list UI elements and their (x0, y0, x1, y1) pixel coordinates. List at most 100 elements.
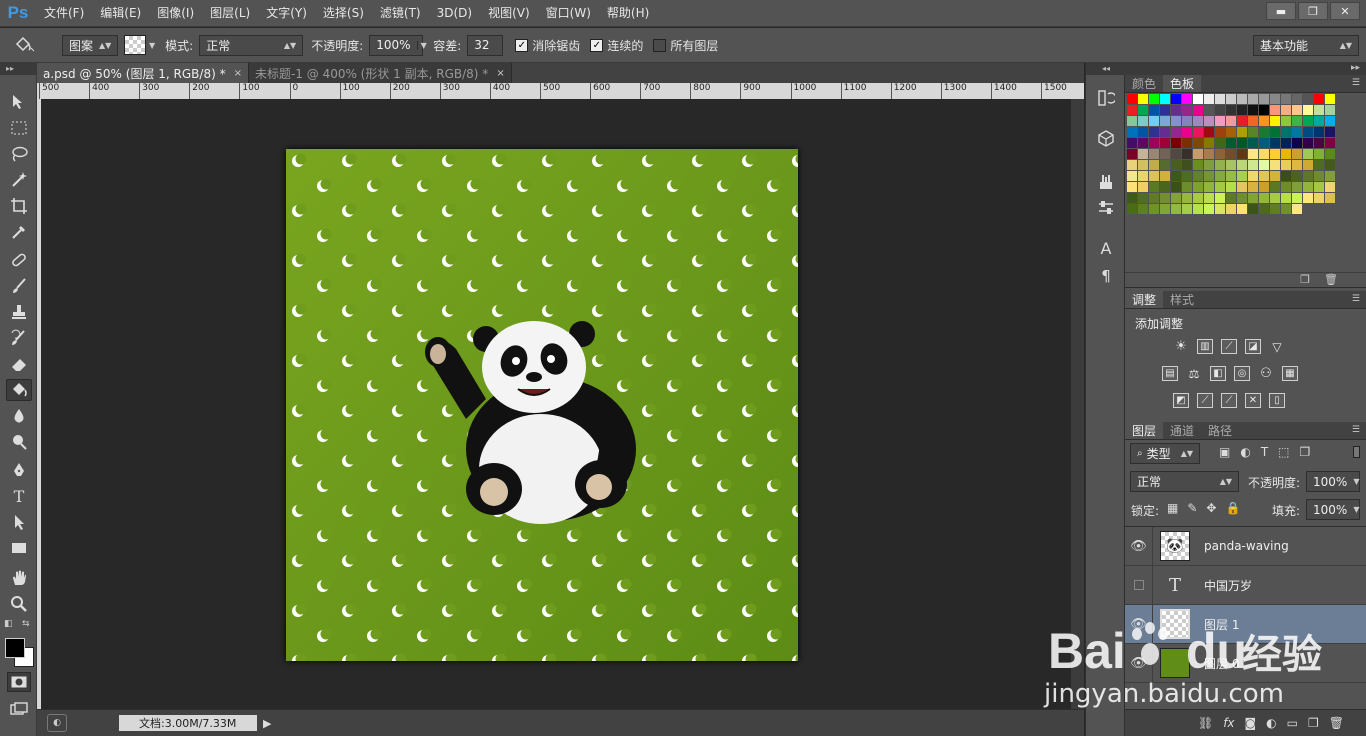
color-swatch[interactable] (1193, 182, 1203, 192)
color-swatch[interactable] (1237, 116, 1247, 126)
history-brush-tool[interactable] (6, 327, 32, 349)
menu-select[interactable]: 选择(S) (315, 0, 372, 27)
vertical-scrollbar[interactable] (1071, 99, 1084, 709)
color-swatch[interactable] (1149, 182, 1159, 192)
color-swatch[interactable] (1127, 193, 1137, 203)
clone-stamp-tool[interactable] (6, 301, 32, 323)
zoom-level-icon[interactable]: ◐ (47, 714, 67, 732)
color-swatch[interactable] (1270, 127, 1280, 137)
color-swatch[interactable] (1237, 160, 1247, 170)
color-swatch[interactable] (1215, 127, 1225, 137)
curves-icon[interactable]: ⟋ (1221, 339, 1237, 354)
color-swatch[interactable] (1193, 193, 1203, 203)
tab-color[interactable]: 颜色 (1125, 75, 1163, 92)
dodge-tool[interactable] (6, 431, 32, 453)
document-canvas[interactable] (286, 149, 798, 661)
color-swatch[interactable] (1138, 105, 1148, 115)
color-swatch[interactable] (1149, 138, 1159, 148)
color-swatch[interactable] (1138, 193, 1148, 203)
color-swatch[interactable] (1204, 160, 1214, 170)
color-swatch[interactable] (1314, 127, 1324, 137)
color-swatch[interactable] (1215, 149, 1225, 159)
color-swatch[interactable] (1226, 149, 1236, 159)
menu-3d[interactable]: 3D(D) (429, 0, 480, 27)
paint-bucket-tool[interactable] (6, 379, 32, 401)
color-swatch[interactable] (1303, 116, 1313, 126)
brightness-contrast-icon[interactable]: ☀ (1173, 339, 1189, 354)
color-swatch[interactable] (1226, 138, 1236, 148)
channel-mixer-icon[interactable]: ⚇ (1258, 366, 1274, 381)
color-swatch[interactable] (1182, 138, 1192, 148)
color-swatch[interactable] (1248, 94, 1258, 104)
panel-menu-icon[interactable]: ☰ (1352, 425, 1360, 435)
color-swatch[interactable] (1171, 171, 1181, 181)
status-menu-arrow[interactable]: ▶ (263, 717, 271, 730)
vibrance-icon[interactable]: ▽ (1269, 339, 1285, 354)
color-swatch[interactable] (1281, 116, 1291, 126)
color-swatch[interactable] (1237, 182, 1247, 192)
color-swatch[interactable] (1127, 105, 1137, 115)
color-swatch[interactable] (1281, 138, 1291, 148)
tab-channels[interactable]: 通道 (1163, 422, 1201, 439)
color-swatch[interactable] (1259, 182, 1269, 192)
color-swatch[interactable] (1226, 204, 1236, 214)
healing-brush-tool[interactable] (6, 249, 32, 271)
menu-help[interactable]: 帮助(H) (599, 0, 657, 27)
color-swatch[interactable] (1303, 138, 1313, 148)
pen-tool[interactable] (6, 459, 32, 481)
move-tool[interactable] (6, 91, 32, 113)
tab-a-psd[interactable]: a.psd @ 50% (图层 1, RGB/8) * × (37, 63, 249, 83)
color-swatch[interactable] (1127, 182, 1137, 192)
color-swatch[interactable] (1281, 160, 1291, 170)
color-swatch[interactable] (1248, 138, 1258, 148)
color-swatch[interactable] (1248, 182, 1258, 192)
color-swatch[interactable] (1193, 149, 1203, 159)
history-panel-icon[interactable] (1094, 87, 1118, 109)
hand-tool[interactable] (6, 567, 32, 589)
color-swatch[interactable] (1160, 193, 1170, 203)
all-layers-checkbox[interactable] (653, 38, 667, 52)
close-button[interactable]: ✕ (1330, 2, 1360, 20)
color-swatch[interactable] (1215, 94, 1225, 104)
all-layers-option[interactable]: 所有图层 (653, 37, 718, 54)
fill-input[interactable]: 100% ▼ (1306, 499, 1360, 520)
layer-opacity-input[interactable]: 100% ▼ (1306, 471, 1360, 492)
color-swatch[interactable] (1259, 193, 1269, 203)
fx-icon[interactable]: fx (1223, 716, 1234, 730)
color-swatch[interactable] (1193, 94, 1203, 104)
color-swatch[interactable] (1149, 116, 1159, 126)
color-swatch[interactable] (1292, 138, 1302, 148)
exposure-icon[interactable]: ◪ (1245, 339, 1261, 354)
color-swatch[interactable] (1281, 182, 1291, 192)
posterize-icon[interactable]: ⟋ (1197, 393, 1213, 408)
color-swatch[interactable] (1281, 94, 1291, 104)
color-swatch[interactable] (1138, 116, 1148, 126)
color-swatch[interactable] (1182, 149, 1192, 159)
color-swatch[interactable] (1215, 138, 1225, 148)
eye-icon[interactable]: 👁 (1125, 604, 1153, 644)
pixel-filter-icon[interactable]: ▣ (1219, 445, 1230, 459)
color-swatch[interactable] (1325, 171, 1335, 181)
color-swatch[interactable] (1215, 105, 1225, 115)
rectangle-tool[interactable] (6, 537, 32, 559)
color-swatch[interactable] (1270, 116, 1280, 126)
default-colors-icon[interactable]: ◧ (4, 619, 13, 629)
color-swatch[interactable] (1248, 193, 1258, 203)
brush-tool[interactable] (6, 275, 32, 297)
hue-saturation-icon[interactable]: ▤ (1162, 366, 1178, 381)
color-swatch[interactable] (1292, 105, 1302, 115)
color-swatch[interactable] (1292, 127, 1302, 137)
quick-mask-button[interactable] (7, 672, 31, 692)
color-swatch[interactable] (1171, 149, 1181, 159)
color-swatch[interactable] (1237, 204, 1247, 214)
tab-styles[interactable]: 样式 (1163, 291, 1201, 308)
strip-collapse[interactable]: ◂◂ (1086, 63, 1126, 75)
color-swatch[interactable] (1292, 171, 1302, 181)
color-swatch[interactable] (1270, 105, 1280, 115)
zoom-tool[interactable] (6, 593, 32, 615)
color-swatch[interactable] (1138, 138, 1148, 148)
new-layer-icon[interactable]: ❐ (1308, 716, 1319, 730)
color-swatch[interactable] (1138, 94, 1148, 104)
color-swatch[interactable] (1248, 160, 1258, 170)
close-tab-icon[interactable]: × (496, 68, 504, 79)
